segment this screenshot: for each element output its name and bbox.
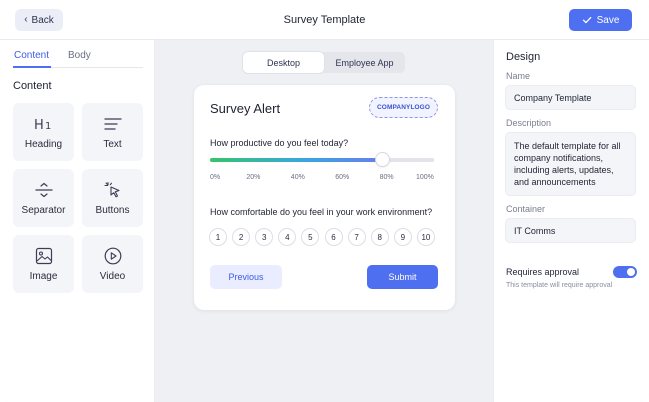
content-sidebar: Content Body Content H1 Heading Text Sep… <box>0 40 155 402</box>
app-window: ‹ Back Survey Template Save Content Body… <box>0 0 649 402</box>
slider-tick-label: 100% <box>416 174 434 181</box>
block-label: Video <box>99 270 126 282</box>
save-button[interactable]: Save <box>569 9 632 31</box>
rating-option-4[interactable]: 4 <box>278 228 297 246</box>
slider-tick-label: 20% <box>246 174 261 181</box>
rating-option-8[interactable]: 8 <box>370 228 389 246</box>
productivity-slider[interactable] <box>210 153 434 166</box>
page-title: Survey Template <box>283 14 366 26</box>
survey-title: Survey Alert <box>210 101 281 116</box>
rating-option-9[interactable]: 9 <box>393 228 412 246</box>
svg-text:1: 1 <box>45 121 51 131</box>
survey-card: Survey Alert COMPANYLOGO How productive … <box>194 85 455 310</box>
block-label: Image <box>29 270 58 282</box>
block-image[interactable]: Image <box>13 235 74 293</box>
heading-icon: H1 <box>34 115 54 133</box>
toggle-knob <box>627 268 635 276</box>
question-productivity: How productive do you feel today? <box>210 138 349 148</box>
rating-option-6[interactable]: 6 <box>324 228 343 246</box>
submit-button[interactable]: Submit <box>367 265 438 289</box>
tab-content[interactable]: Content <box>14 50 49 61</box>
previous-button[interactable]: Previous <box>210 265 282 289</box>
block-label: Heading <box>24 138 63 150</box>
image-icon <box>34 247 54 265</box>
slider-tick-label: 0% <box>210 174 221 181</box>
rating-option-2[interactable]: 2 <box>232 228 251 246</box>
description-field[interactable]: The default template for all company not… <box>505 132 636 196</box>
rating-option-10[interactable]: 10 <box>416 228 435 246</box>
rating-option-5[interactable]: 5 <box>301 228 320 246</box>
slider-tick-label: 60% <box>335 174 350 181</box>
block-buttons[interactable]: Buttons <box>82 169 143 227</box>
block-separator[interactable]: Separator <box>13 169 74 227</box>
design-title: Design <box>506 51 541 63</box>
slider-ticks: 0% 20% 40% 60% 80% 100% <box>210 174 440 184</box>
requires-approval-label: Requires approval <box>506 267 580 277</box>
requires-approval-toggle[interactable] <box>613 266 637 278</box>
company-logo-placeholder[interactable]: COMPANYLOGO <box>369 97 438 118</box>
block-video[interactable]: Video <box>82 235 143 293</box>
rating-option-3[interactable]: 3 <box>255 228 274 246</box>
tab-body[interactable]: Body <box>68 50 91 61</box>
container-field[interactable]: IT Comms <box>505 218 636 243</box>
block-heading[interactable]: H1 Heading <box>13 103 74 161</box>
name-field[interactable]: Company Template <box>505 85 636 110</box>
rating-scale: 1 2 3 4 5 6 7 8 9 10 <box>209 228 439 247</box>
svg-text:H: H <box>34 118 44 131</box>
question-comfort: How comfortable do you feel in your work… <box>210 207 433 217</box>
view-switcher: Desktop Employee App <box>243 52 405 73</box>
slider-tick-label: 40% <box>290 174 305 181</box>
preview-canvas: Desktop Employee App Survey Alert COMPAN… <box>155 40 493 402</box>
slider-fill <box>210 158 382 162</box>
block-label: Buttons <box>95 204 130 216</box>
top-bar: ‹ Back Survey Template Save <box>0 0 649 40</box>
active-tab-indicator <box>13 66 51 68</box>
requires-approval-hint: This template will require approval <box>506 282 613 289</box>
save-label: Save <box>596 14 620 26</box>
slider-tick-label: 80% <box>379 174 394 181</box>
description-label: Description <box>506 118 552 128</box>
block-label: Separator <box>21 204 66 216</box>
text-lines-icon <box>103 115 123 133</box>
slider-thumb[interactable] <box>376 153 389 166</box>
cursor-click-icon <box>103 181 123 199</box>
check-icon <box>582 16 591 24</box>
block-label: Text <box>103 138 122 150</box>
rating-option-1[interactable]: 1 <box>209 228 227 246</box>
sidebar-tabs: Content Body <box>13 40 143 68</box>
block-text[interactable]: Text <box>82 103 143 161</box>
section-title: Content <box>13 80 52 92</box>
rating-option-7[interactable]: 7 <box>347 228 366 246</box>
play-icon <box>103 247 123 265</box>
design-panel: Design Name Company Template Description… <box>493 40 649 402</box>
view-desktop[interactable]: Desktop <box>243 52 324 73</box>
name-label: Name <box>506 71 531 81</box>
separator-icon <box>34 181 54 199</box>
container-label: Container <box>506 204 546 214</box>
view-employee-app[interactable]: Employee App <box>324 52 405 73</box>
